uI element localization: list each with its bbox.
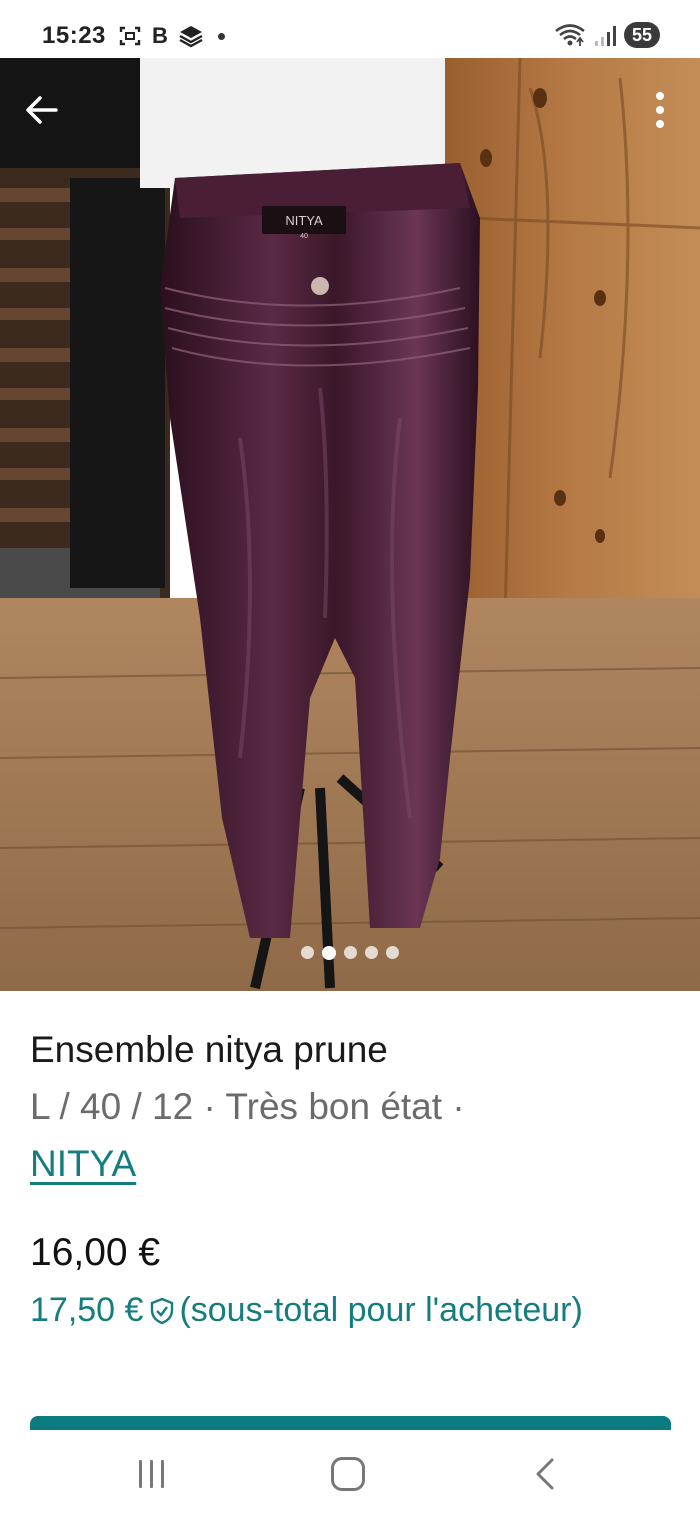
brand-link[interactable]: NITYA xyxy=(30,1143,136,1185)
gallery-dot xyxy=(344,946,357,959)
b-icon: B xyxy=(152,23,168,48)
shield-check-icon xyxy=(151,1297,174,1324)
home-icon[interactable] xyxy=(331,1457,365,1491)
more-options-icon[interactable] xyxy=(640,86,680,134)
gallery-dot xyxy=(365,946,378,959)
buyer-price: 17,50 € xyxy=(30,1291,144,1329)
wifi-icon xyxy=(555,24,585,46)
stack-icon xyxy=(179,26,203,48)
buyer-price-row[interactable]: 17,50 € (sous-total pour l'acheteur) xyxy=(30,1291,583,1330)
gallery-indicator xyxy=(0,946,700,960)
item-price: 16,00 € xyxy=(30,1231,161,1274)
product-photo[interactable]: NITYA 40 xyxy=(0,58,700,991)
nav-back-icon[interactable] xyxy=(530,1456,560,1492)
dot-icon xyxy=(217,32,225,40)
status-bar: 15:23 B 55 xyxy=(0,0,700,58)
status-time: 15:23 xyxy=(42,22,106,49)
listing-details: L / 40 / 12 · Très bon état · xyxy=(30,1086,465,1127)
buyer-price-note: (sous-total pour l'acheteur) xyxy=(179,1291,583,1329)
buy-button[interactable] xyxy=(30,1416,671,1430)
status-notification-icons: B xyxy=(118,22,225,50)
gallery-dot xyxy=(322,946,336,960)
product-image: NITYA 40 xyxy=(0,58,700,991)
gallery-dot xyxy=(386,946,399,959)
status-system-icons: 55 xyxy=(554,22,660,48)
garment-label-size: 40 xyxy=(300,233,308,240)
back-arrow-icon[interactable] xyxy=(20,88,64,132)
gallery-dot xyxy=(301,946,314,959)
garment-label-brand: NITYA xyxy=(285,213,323,228)
screenshot-icon xyxy=(119,26,141,46)
recent-apps-icon[interactable] xyxy=(136,1460,168,1490)
listing-title: Ensemble nitya prune xyxy=(30,1029,388,1070)
system-navigation-bar xyxy=(0,1430,700,1517)
battery-badge: 55 xyxy=(623,22,660,48)
signal-icon xyxy=(594,26,616,46)
